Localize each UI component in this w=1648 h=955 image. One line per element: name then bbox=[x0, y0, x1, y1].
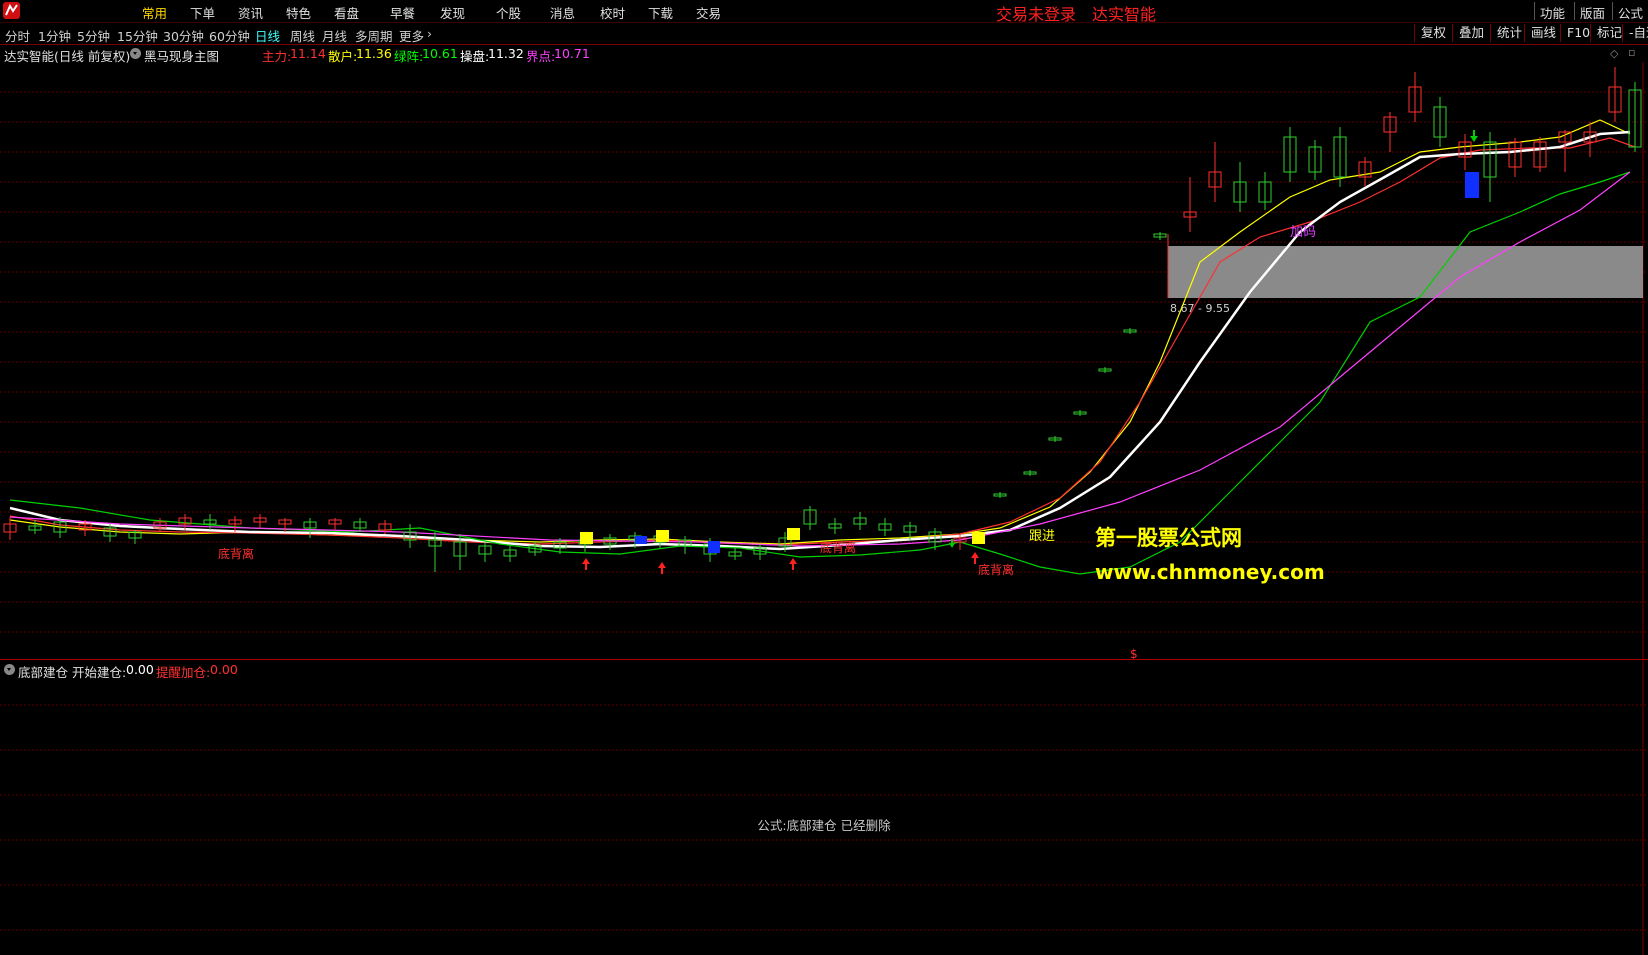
period-tab[interactable]: 周线 bbox=[290, 26, 315, 45]
separator bbox=[1534, 2, 1535, 20]
boundary-line bbox=[9, 171, 1631, 547]
period-tab[interactable]: 5分钟 bbox=[77, 26, 110, 45]
signal-arrow-icon bbox=[1470, 130, 1478, 142]
candle-blue bbox=[635, 536, 647, 544]
main-force-line bbox=[9, 137, 1636, 546]
signal-square bbox=[787, 528, 800, 540]
period-tab[interactable]: 更多 bbox=[399, 26, 424, 45]
buy-arrow-icon bbox=[582, 558, 590, 570]
menu-item[interactable]: 校时 bbox=[600, 3, 625, 22]
menu-item[interactable]: 下单 bbox=[190, 3, 215, 22]
sub-formula-name[interactable]: 底部建仓 bbox=[18, 662, 68, 681]
indicator-value: 11.32 bbox=[488, 46, 524, 61]
sub-chart[interactable] bbox=[0, 660, 1648, 955]
formula-deleted-message: 公式:底部建仓 已经删除 bbox=[757, 818, 891, 833]
watermark-title: 第一股票公式网 bbox=[1095, 526, 1242, 550]
menu-item[interactable]: 消息 bbox=[550, 3, 575, 22]
expand-icon[interactable]: ▫ bbox=[1628, 46, 1635, 59]
period-tab[interactable]: 月线 bbox=[322, 26, 347, 45]
sub-info-line: 底部建仓 开始建仓: 0.00 提醒加仓: 0.00 bbox=[0, 660, 1648, 681]
period-tab[interactable]: 60分钟 bbox=[209, 26, 250, 45]
menu-item[interactable]: 个股 bbox=[496, 3, 521, 22]
menu-item[interactable]: 早餐 bbox=[390, 3, 415, 22]
toolbar-button[interactable]: -自适 bbox=[1622, 24, 1648, 42]
period-tab[interactable]: 15分钟 bbox=[117, 26, 158, 45]
menu-item[interactable]: 特色 bbox=[286, 3, 311, 22]
formula-toggle-icon[interactable] bbox=[130, 48, 141, 59]
separator bbox=[1574, 2, 1575, 20]
toolbar-button[interactable]: 画线 bbox=[1524, 24, 1562, 42]
right-menu-button[interactable]: 公式 bbox=[1618, 3, 1643, 22]
diamond-icon[interactable]: ◇ bbox=[1610, 47, 1618, 60]
login-status: 交易未登录 bbox=[996, 5, 1077, 24]
right-menu-button[interactable]: 功能 bbox=[1540, 3, 1565, 22]
sub-field-label: 提醒加仓: bbox=[156, 665, 211, 680]
app-logo-icon[interactable] bbox=[3, 2, 20, 19]
menu-item[interactable]: 发现 bbox=[440, 3, 465, 22]
candle-blue bbox=[1465, 172, 1479, 198]
genjin-label: 跟进 bbox=[1029, 529, 1055, 544]
menu-item[interactable]: 下载 bbox=[648, 3, 673, 22]
period-tab[interactable]: 日线 bbox=[255, 26, 280, 45]
menu-bar: 常用 下单 资讯 特色 看盘 早餐 发现 个股 消息 校时 下载 交易 交易未登录 达实智能 功能 版面… bbox=[0, 0, 1648, 24]
period-tab[interactable]: 分时 bbox=[5, 26, 30, 45]
brand-name: 达实智能 bbox=[1092, 5, 1157, 24]
right-menu-button[interactable]: 版面 bbox=[1580, 3, 1605, 22]
sub-formula-toggle-icon[interactable] bbox=[4, 664, 15, 675]
chevron-right-icon[interactable]: › bbox=[427, 26, 432, 41]
indicator-value: 11.36 bbox=[356, 46, 392, 61]
period-tab[interactable]: 30分钟 bbox=[163, 26, 204, 45]
divergence-label: 底背离 bbox=[978, 562, 1014, 577]
toolbar-button[interactable]: 叠加 bbox=[1452, 24, 1490, 42]
signal-square bbox=[972, 532, 985, 544]
separator bbox=[1612, 2, 1613, 20]
period-bar: 分时 1分钟 5分钟 15分钟 30分钟 60分钟 日线 周线 月线 多周期 更多 › 复权 叠加 统计画… bbox=[0, 23, 1648, 45]
sub-field-value: 0.00 bbox=[126, 662, 154, 677]
sub-field-label: 开始建仓: bbox=[72, 665, 127, 680]
divergence-label: 底背离 bbox=[820, 540, 856, 555]
main-info-line: 达实智能(日线 前复权) 黑马现身主图 主力: 11.14 散户: 11.36 绿阵: 1… bbox=[0, 45, 1648, 64]
menu-item[interactable]: 资讯 bbox=[238, 3, 263, 22]
menu-item[interactable]: 看盘 bbox=[334, 3, 359, 22]
buy-arrow-icon bbox=[789, 558, 797, 570]
period-tab[interactable]: 多周期 bbox=[355, 26, 393, 45]
indicator-value: 10.71 bbox=[554, 46, 590, 61]
menu-item[interactable]: 交易 bbox=[696, 3, 721, 22]
indicator-value: 11.14 bbox=[290, 46, 326, 61]
operator-line bbox=[9, 130, 1631, 551]
signal-square bbox=[656, 530, 669, 542]
signal-square bbox=[580, 532, 593, 544]
green-line bbox=[9, 171, 1631, 575]
toolbar-button[interactable]: 复权 bbox=[1414, 24, 1452, 42]
menu-item[interactable]: 常用 bbox=[142, 3, 167, 22]
divergence-label: 底背离 bbox=[218, 546, 254, 561]
toolbar-button[interactable]: 统计 bbox=[1490, 24, 1528, 42]
sub-field-value: 0.00 bbox=[210, 662, 238, 677]
main-chart[interactable]: 8.67 - 9.55 加码跟进底背离 底背离底背离$ bbox=[0, 62, 1648, 660]
candle-blue bbox=[708, 541, 720, 553]
indicator-value: 10.61 bbox=[422, 46, 458, 61]
jiama-label: 加码 bbox=[1290, 225, 1316, 240]
period-tab[interactable]: 1分钟 bbox=[38, 26, 71, 45]
accumulation-zone bbox=[1168, 246, 1643, 298]
watermark-url: www.chnmoney.com bbox=[1095, 560, 1325, 584]
